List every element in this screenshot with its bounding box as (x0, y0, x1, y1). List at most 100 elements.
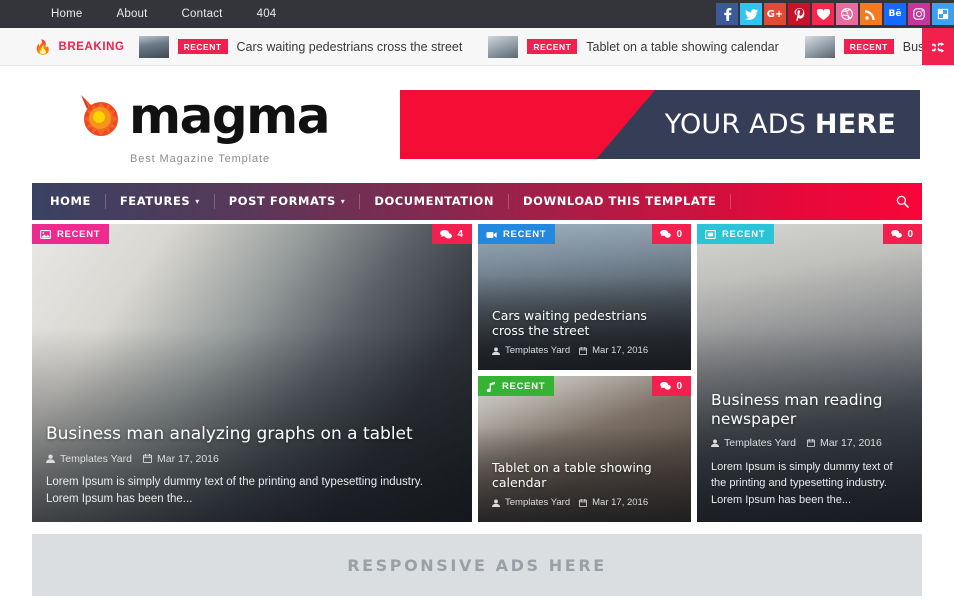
behance-icon[interactable]: Bē (884, 3, 906, 25)
comment-icon (440, 229, 453, 239)
ticker-items: RECENT Cars waiting pedestrians cross th… (138, 35, 954, 58)
ad-text-regular: YOUR ADS (664, 109, 815, 140)
bloglovin-heart-icon[interactable] (812, 3, 834, 25)
featured-posts-grid: RECENT 4 Business man analyzing graphs o… (32, 224, 922, 522)
post-title[interactable]: Cars waiting pedestrians cross the stree… (492, 308, 677, 339)
gallery-icon (705, 230, 716, 239)
badge-label: RECENT (503, 229, 547, 240)
breaking-label-group: 🔥 BREAKING (34, 40, 139, 54)
brand-block[interactable]: magma Best Magazine Template (34, 84, 366, 165)
comment-count-badge[interactable]: 0 (883, 224, 922, 244)
post-title[interactable]: Business man analyzing graphs on a table… (46, 424, 458, 445)
ticker-item[interactable]: RECENT Tablet on a table showing calenda… (488, 35, 804, 58)
post-content: Tablet on a table showing calendar Templ… (478, 448, 691, 522)
post-card-tablet[interactable]: RECENT 0 Tablet on a table showing calen… (478, 376, 691, 522)
post-author: Templates Yard (505, 497, 571, 508)
nav-item-documentation[interactable]: DOCUMENTATION (360, 194, 510, 209)
top-bar: Home About Contact 404 G+ Bē (0, 0, 954, 28)
ticker-title[interactable]: Cars waiting pedestrians cross the stree… (237, 40, 463, 54)
search-icon[interactable] (882, 183, 922, 220)
post-format-badge: RECENT (32, 224, 110, 244)
post-date: Mar 17, 2016 (592, 345, 649, 356)
nav-label: POST FORMATS (228, 194, 336, 208)
calendar-icon (142, 454, 152, 463)
post-card-cars[interactable]: RECENT 0 Cars waiting pedestrians cross … (478, 224, 691, 370)
post-card-featured[interactable]: RECENT 4 Business man analyzing graphs o… (32, 224, 472, 522)
brand-row: magma (34, 88, 366, 144)
badge-label: RECENT (722, 229, 766, 240)
header-ad-banner[interactable]: YOUR ADS HERE (400, 90, 920, 159)
topnav-item-home[interactable]: Home (34, 0, 99, 28)
topnav-item-about[interactable]: About (99, 0, 164, 28)
googleplus-icon[interactable]: G+ (764, 3, 786, 25)
ad-text-bold: HERE (814, 109, 896, 140)
facebook-icon[interactable] (716, 3, 738, 25)
post-author: Templates Yard (505, 345, 571, 356)
nav-label: DOCUMENTATION (374, 194, 495, 208)
comment-count: 0 (907, 229, 913, 240)
chevron-down-icon: ▾ (195, 197, 200, 206)
pinterest-icon[interactable] (788, 3, 810, 25)
chevron-down-icon: ▾ (340, 197, 346, 206)
ticker-title[interactable]: Tablet on a table showing calendar (586, 40, 779, 54)
nav-item-features[interactable]: FEATURES ▾ (106, 194, 215, 209)
calendar-icon (806, 438, 815, 447)
dribbble-icon[interactable] (836, 3, 858, 25)
instagram-icon[interactable] (908, 3, 930, 25)
post-author-group: Templates Yard (492, 345, 570, 356)
delicious-icon[interactable] (932, 3, 954, 25)
comment-icon (660, 382, 672, 390)
post-author-group: Templates Yard (711, 437, 796, 449)
post-date: Mar 17, 2016 (156, 452, 219, 465)
post-author-group: Templates Yard (492, 497, 570, 508)
badge-label: RECENT (502, 381, 546, 392)
comment-count-badge[interactable]: 4 (432, 224, 472, 244)
user-icon (492, 498, 500, 507)
ticker-item[interactable]: RECENT Cars waiting pedestrians cross th… (138, 35, 489, 58)
site-tagline: Best Magazine Template (129, 153, 271, 165)
rss-icon[interactable] (860, 3, 882, 25)
post-meta: Templates Yard Mar 17, 2016 (711, 437, 908, 449)
shuffle-icon[interactable] (922, 28, 954, 65)
flame-icon: 🔥 (34, 38, 52, 55)
post-date-group: Mar 17, 2016 (579, 345, 648, 356)
breaking-label: BREAKING (58, 40, 125, 53)
social-links: G+ Bē (714, 0, 954, 28)
right-post-column: RECENT 0 Business man reading newspaper … (697, 224, 922, 522)
post-date: Mar 17, 2016 (592, 497, 649, 508)
post-format-badge: RECENT (478, 376, 555, 396)
comment-count: 0 (676, 229, 682, 240)
middle-posts-column: RECENT 0 Cars waiting pedestrians cross … (478, 224, 691, 522)
post-date-group: Mar 17, 2016 (142, 452, 219, 465)
post-format-badge: RECENT (697, 224, 775, 244)
post-content: Business man analyzing graphs on a table… (32, 412, 472, 522)
twitter-icon[interactable] (740, 3, 762, 25)
image-icon (40, 230, 51, 239)
post-author-group: Templates Yard (46, 453, 132, 465)
nav-item-post-formats[interactable]: POST FORMATS ▾ (215, 194, 361, 209)
user-icon (492, 346, 500, 355)
comment-count-badge[interactable]: 0 (652, 376, 691, 396)
topnav-item-contact[interactable]: Contact (165, 0, 240, 28)
site-header: magma Best Magazine Template YOUR ADS HE… (0, 66, 954, 183)
ticker-thumbnail (804, 35, 835, 58)
responsive-ads-placeholder[interactable]: RESPONSIVE ADS HERE (32, 534, 922, 596)
post-card-newspaper[interactable]: RECENT 0 Business man reading newspaper … (697, 224, 922, 522)
top-navigation: Home About Contact 404 (34, 0, 293, 28)
post-author: Templates Yard (60, 452, 132, 465)
ticker-thumbnail (488, 35, 519, 58)
post-title[interactable]: Business man reading newspaper (711, 391, 908, 429)
user-icon (711, 438, 719, 447)
calendar-icon (579, 498, 588, 507)
topnav-item-404[interactable]: 404 (240, 0, 294, 28)
post-meta: Templates Yard Mar 17, 2016 (492, 345, 677, 356)
post-meta: Templates Yard Mar 17, 2016 (46, 453, 458, 465)
magma-comet-logo-icon (71, 88, 127, 144)
user-icon (46, 454, 55, 463)
comment-count-badge[interactable]: 0 (652, 224, 691, 244)
ticker-badge: RECENT (843, 39, 894, 54)
nav-item-home[interactable]: HOME (32, 194, 106, 209)
post-date-group: Mar 17, 2016 (806, 437, 882, 449)
nav-item-download-this-template[interactable]: DOWNLOAD THIS TEMPLATE (509, 194, 732, 209)
post-title[interactable]: Tablet on a table showing calendar (492, 460, 677, 491)
